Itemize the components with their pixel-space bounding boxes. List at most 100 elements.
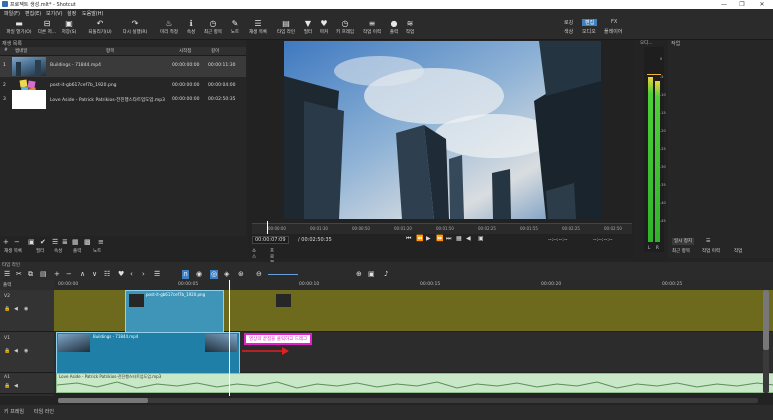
overwrite-icon[interactable]: ∨ — [92, 270, 97, 279]
fast-forward-icon[interactable]: ⏩ — [436, 235, 443, 242]
tiles-view-icon[interactable]: ▦ — [72, 238, 79, 246]
volume-icon[interactable]: ◀ — [466, 235, 471, 242]
peak-meter-button[interactable]: ♨ 미리 측정 — [157, 18, 181, 38]
snap-icon[interactable]: ∩ — [182, 270, 190, 279]
skip-start-icon[interactable]: ⏮ — [406, 235, 411, 243]
icons-view-icon[interactable]: ▩ — [84, 238, 91, 246]
next-marker-icon[interactable]: › — [142, 270, 145, 279]
timecode-field[interactable]: 00:00:07:09 — [252, 236, 289, 244]
close-icon[interactable]: ✕ — [755, 0, 769, 9]
marker-button[interactable]: ♥ 마커 — [317, 18, 331, 38]
timeline-vertical-scrollbar[interactable] — [763, 290, 769, 393]
timeline-clip[interactable]: Buildings - 71844.mp4 — [56, 332, 240, 374]
viewer-ruler[interactable]: 00:00:00 00:01:30 00:00:50 00:01:20 00:0… — [252, 221, 632, 234]
maximize-icon[interactable]: ❐ — [735, 0, 749, 9]
remove-icon[interactable]: − — [14, 238, 20, 246]
recent-button[interactable]: ◷ 최근 항목 — [200, 18, 226, 38]
track-a1[interactable]: Love Aside - Patrick Patrikios-전진행스타트업도업… — [54, 373, 773, 393]
hide-icon[interactable]: ◉ — [24, 348, 28, 354]
timeline-horizontal-scrollbar[interactable] — [58, 398, 758, 403]
layout-logging[interactable]: 로깅 — [564, 19, 573, 26]
timeline-clip[interactable]: Love Aside - Patrick Patrikios-전진행스타트업도업… — [56, 373, 773, 393]
lock-icon[interactable]: 🔒 — [4, 306, 10, 312]
lift-icon[interactable]: ∧ — [80, 270, 85, 279]
cut-icon[interactable]: ✂ — [16, 270, 22, 279]
tab-export[interactable]: 출력 — [73, 248, 81, 254]
timeline-playhead[interactable] — [229, 280, 230, 396]
save-as-button[interactable]: ⊟ 다른 저... — [36, 18, 58, 38]
copy-icon[interactable]: ⧉ — [28, 270, 33, 279]
menu-file[interactable]: 파일(F) — [4, 10, 20, 17]
skip-end-icon[interactable]: ⏭ — [446, 235, 451, 243]
timeline-clip[interactable]: post-it-gb617cef7b_1920.png — [125, 290, 291, 333]
filter-button[interactable]: ▼ 필터 — [301, 18, 315, 38]
ripple-all-icon[interactable]: ◈ — [224, 270, 229, 279]
tab-recent[interactable]: 최근 항목 — [672, 248, 690, 254]
scrollbar-thumb[interactable] — [58, 398, 148, 403]
ripple-icon[interactable]: ◎ — [210, 270, 219, 279]
playlist-row[interactable]: 3 Love Aside - Patrick Patrikios-전진행스타트업… — [0, 89, 246, 110]
track-head-a1[interactable]: A1 🔒 ◀ — [0, 373, 54, 394]
jobs-button[interactable]: ≋ 작업 — [403, 18, 417, 38]
redo-button[interactable]: ↷ 다시 실행(R) — [119, 18, 151, 38]
prev-marker-icon[interactable]: ‹ — [130, 270, 133, 279]
zoom-fit-icon[interactable]: ▣ — [368, 270, 375, 279]
zoom-in-icon[interactable]: ⊕ — [356, 270, 362, 279]
tab-jobs[interactable]: 작업 — [734, 248, 742, 254]
layout-player[interactable]: 플레이어 — [604, 28, 622, 35]
tab-filters[interactable]: 필터 — [36, 248, 44, 254]
lock-icon[interactable]: 🔒 — [4, 348, 10, 354]
paste-icon[interactable]: ▤ — [40, 270, 47, 279]
marker-add-icon[interactable]: ♥ — [118, 270, 124, 279]
tab-properties[interactable]: 속성 — [54, 248, 62, 254]
ripple-markers-icon[interactable]: ⊛ — [238, 270, 244, 279]
record-audio-icon[interactable]: ♪ — [384, 270, 388, 279]
remove-icon[interactable]: − — [66, 270, 72, 279]
playlist-button[interactable]: ☰ 재생 목록 — [245, 18, 271, 38]
layout-fx[interactable]: FX — [611, 19, 617, 25]
add-icon[interactable]: + — [3, 238, 9, 246]
menu-help[interactable]: 도움말(H) — [82, 10, 103, 17]
split-icon[interactable]: ☷ — [104, 270, 110, 279]
menu-settings[interactable]: 설정 — [67, 10, 76, 17]
track-head-v1[interactable]: V1 🔒 ◀ ◉ — [0, 332, 54, 373]
layout-color[interactable]: 색상 — [564, 28, 573, 35]
append-icon[interactable]: + — [54, 270, 60, 279]
export-button[interactable]: ● 출력 — [387, 18, 401, 38]
zoom-icon[interactable]: ▣ — [478, 235, 484, 242]
zoom-slider[interactable] — [268, 274, 298, 275]
open-file-button[interactable]: ▬ 파일 열기(O) — [2, 18, 36, 38]
timeline-ruler[interactable]: 00:00:00 00:00:05 00:00:10 00:00:15 00:0… — [54, 280, 773, 290]
mute-icon[interactable]: ◀ — [14, 306, 18, 312]
play-icon[interactable]: ▶ — [426, 235, 431, 242]
tab-timeline[interactable]: 타임 라인 — [34, 408, 54, 415]
video-preview[interactable] — [284, 41, 601, 219]
tab-keyframes[interactable]: 키 프레임 — [4, 408, 24, 415]
minimize-icon[interactable]: — — [717, 0, 731, 9]
timeline-menu-icon[interactable]: ☰ — [4, 270, 10, 279]
menu-icon[interactable]: ☰ — [52, 238, 58, 246]
tab-notes[interactable]: 노트 — [93, 248, 101, 254]
more-icon[interactable]: ≡ — [98, 238, 104, 246]
mute-icon[interactable]: ◀ — [14, 348, 18, 354]
rewind-icon[interactable]: ⏪ — [416, 235, 423, 242]
menu-view[interactable]: 보기(V) — [46, 10, 63, 17]
playlist-row[interactable]: 1 Buildings - 71844.mp4 00:00:00:00 00:0… — [0, 56, 246, 77]
properties-button[interactable]: ℹ 속성 — [183, 18, 199, 38]
undo-button[interactable]: ↶ 되돌리기(U) — [86, 18, 114, 38]
menu-edit[interactable]: 편집(E) — [25, 10, 41, 17]
tab-history[interactable]: 작업 이력 — [702, 248, 720, 254]
history-button[interactable]: ≡ 작업 이력 — [360, 18, 384, 38]
scrub-icon[interactable]: ◉ — [196, 270, 202, 279]
lock-icon[interactable]: 🔒 — [4, 383, 10, 389]
track-v2[interactable]: post-it-gb617cef7b_1920.png — [54, 290, 773, 333]
pause-jobs-button[interactable]: 일시 정지 — [672, 238, 694, 245]
mute-icon[interactable]: ◀ — [14, 383, 18, 389]
save-button[interactable]: ▣ 저장(S) — [59, 18, 79, 38]
scrollbar-thumb[interactable] — [763, 290, 769, 350]
layout-editing[interactable]: 편집 — [582, 19, 598, 26]
track-v1[interactable]: Buildings - 71844.mp4 영상의 끝점을 클릭하고 드래그 — [54, 332, 773, 374]
track-head-v2[interactable]: V2 🔒 ◀ ◉ — [0, 290, 54, 332]
hide-icon[interactable]: ◉ — [24, 306, 28, 312]
keyframes-button[interactable]: ◷ 키 프레임 — [333, 18, 357, 38]
